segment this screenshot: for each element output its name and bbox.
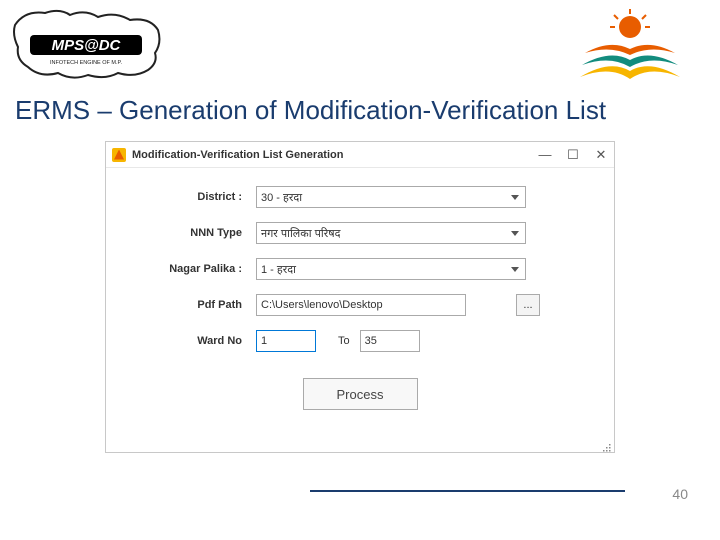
slide-title: ERMS – Generation of Modification-Verifi… [0,95,720,136]
app-window: Modification-Verification List Generatio… [105,141,615,453]
district-label: District : [126,191,256,203]
svg-text:MPS@DC: MPS@DC [52,37,122,54]
resize-grip-icon[interactable] [602,440,612,450]
nagar-palika-label: Nagar Palika : [126,263,256,275]
nnn-type-select[interactable]: नगर पालिका परिषद [256,222,526,244]
window-titlebar: Modification-Verification List Generatio… [106,142,614,168]
ward-no-label: Ward No [126,335,256,347]
browse-button[interactable]: ... [516,294,540,316]
svg-text:INFOTECH ENGINE OF M.P.: INFOTECH ENGINE OF M.P. [50,60,122,66]
book-sun-logo [570,5,690,85]
page-number: 40 [672,486,688,502]
pdf-path-input[interactable]: C:\Users\lenovo\Desktop [256,294,466,316]
app-icon [112,148,126,162]
ward-to-label: To [338,335,350,347]
window-title: Modification-Verification List Generatio… [132,149,538,161]
minimize-button[interactable]: — [538,147,552,163]
ward-to-input[interactable]: 35 [360,330,420,352]
pdf-path-label: Pdf Path [126,299,256,311]
close-button[interactable]: ✕ [594,147,608,163]
mpsedc-logo: MPS@DC INFOTECH ENGINE OF M.P. [10,5,165,85]
district-select[interactable]: 30 - हरदा [256,186,526,208]
ward-from-input[interactable]: 1 [256,330,316,352]
nagar-palika-select[interactable]: 1 - हरदा [256,258,526,280]
footer-divider [310,490,625,492]
maximize-button[interactable]: ☐ [566,147,580,163]
nnn-type-label: NNN Type [126,227,256,239]
process-button[interactable]: Process [303,378,418,410]
